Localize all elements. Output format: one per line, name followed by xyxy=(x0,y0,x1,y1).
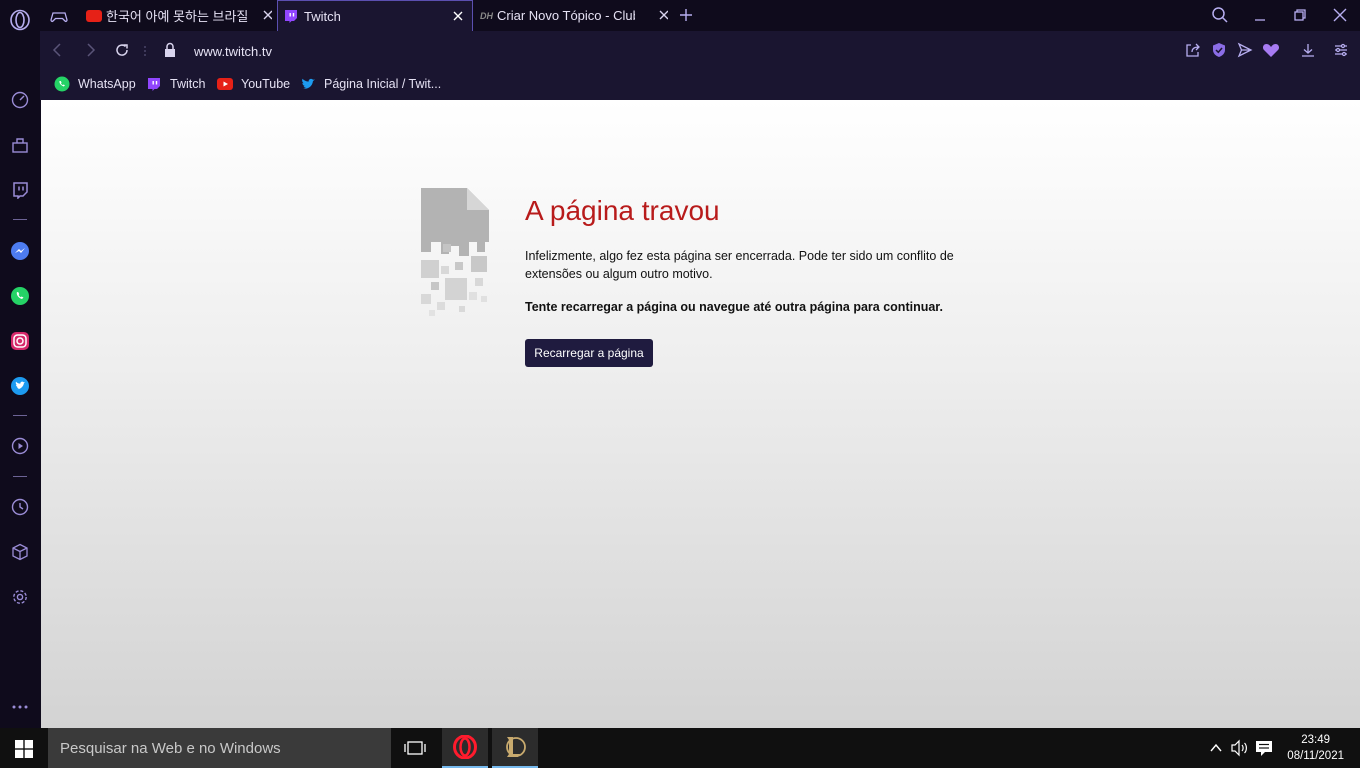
bookmark-youtube[interactable]: YouTube xyxy=(217,74,290,94)
heart-icon[interactable] xyxy=(1262,42,1280,58)
bookmark-label: Página Inicial / Twit... xyxy=(324,77,442,91)
lock-icon[interactable] xyxy=(163,42,177,58)
close-tab-icon[interactable] xyxy=(450,8,466,24)
extensions-icon[interactable] xyxy=(8,540,32,564)
tab-twitch[interactable]: Twitch xyxy=(277,0,473,31)
action-center-icon[interactable] xyxy=(1255,739,1273,757)
clock-date: 08/11/2021 xyxy=(1287,750,1344,762)
tab-strip: 한국어 아예 못하는 브라질 Twitch DH Criar Novo Tópi… xyxy=(40,0,1360,31)
broken-page-icon xyxy=(419,186,491,320)
whatsapp-icon[interactable] xyxy=(8,284,32,308)
twitter-favicon-icon xyxy=(300,76,316,92)
bookmark-label: YouTube xyxy=(241,77,291,91)
back-icon[interactable] xyxy=(50,42,66,58)
twitch-favicon-icon xyxy=(146,76,162,92)
bookmark-whatsapp[interactable]: WhatsApp xyxy=(54,74,136,94)
minimize-icon[interactable] xyxy=(1252,7,1268,23)
instagram-icon[interactable] xyxy=(8,329,32,353)
bookmark-label: Twitch xyxy=(170,77,206,91)
reload-icon[interactable] xyxy=(114,42,130,58)
reload-page-button[interactable]: Recarregar a página xyxy=(525,339,653,367)
bookmark-twitter[interactable]: Página Inicial / Twit... xyxy=(300,74,441,94)
address-toolbar xyxy=(40,31,1360,69)
tab-title: Criar Novo Tópico - Clube xyxy=(497,8,635,23)
crash-description: Infelizmente, algo fez esta página ser e… xyxy=(525,249,954,281)
speed-dial-icon[interactable] xyxy=(8,88,32,112)
settings-gear-icon[interactable] xyxy=(8,585,32,609)
new-tab-plus-icon[interactable] xyxy=(678,7,694,23)
tab-search-icon[interactable] xyxy=(1211,6,1229,24)
crash-hint: Tente recarregar a página ou navegue até… xyxy=(525,300,943,314)
messenger-icon[interactable] xyxy=(8,239,32,263)
show-hidden-icons-chevron-icon[interactable] xyxy=(1208,740,1224,756)
more-options-icon[interactable] xyxy=(8,695,32,719)
forward-icon[interactable] xyxy=(82,42,98,58)
sidebar-divider xyxy=(13,219,27,220)
youtube-favicon-icon xyxy=(86,9,102,22)
opera-taskbar-icon[interactable] xyxy=(442,728,488,768)
windows-start-icon[interactable] xyxy=(15,740,33,758)
player-icon[interactable] xyxy=(8,434,32,458)
whatsapp-favicon-icon xyxy=(54,76,70,92)
sidebar-divider xyxy=(13,476,27,477)
bookmarks-bar: WhatsApp Twitch YouTube Página Inicial /… xyxy=(40,69,1360,100)
tab-clube[interactable]: DH Criar Novo Tópico - Clube xyxy=(478,0,668,31)
twitter-icon[interactable] xyxy=(8,374,32,398)
clock-time: 23:49 xyxy=(1301,734,1331,746)
opera-logo-icon[interactable] xyxy=(8,8,32,32)
workspace-icon[interactable] xyxy=(8,133,32,157)
send-icon[interactable] xyxy=(1237,42,1253,58)
league-of-legends-taskbar-icon[interactable] xyxy=(492,728,538,768)
browser-sidebar xyxy=(0,0,40,728)
tab-title: 한국어 아예 못하는 브라질 xyxy=(106,9,248,24)
address-input[interactable] xyxy=(192,40,1096,62)
easy-setup-icon[interactable] xyxy=(1333,42,1349,58)
restore-icon[interactable] xyxy=(1292,7,1308,23)
clube-favicon-icon: DH xyxy=(480,10,493,21)
download-icon[interactable] xyxy=(1300,42,1316,58)
gamepad-icon[interactable] xyxy=(50,7,68,25)
sidebar-divider xyxy=(13,415,27,416)
share-icon[interactable] xyxy=(1185,42,1201,58)
taskbar-clock[interactable]: 23:49 08/11/2021 xyxy=(1287,732,1344,764)
twitch-favicon-icon xyxy=(284,9,298,24)
volume-icon[interactable] xyxy=(1230,739,1250,757)
task-view-icon[interactable] xyxy=(392,728,438,768)
close-tab-icon[interactable] xyxy=(656,7,668,23)
bookmark-twitch[interactable]: Twitch xyxy=(146,74,205,94)
tab-youtube[interactable]: 한국어 아예 못하는 브라질 xyxy=(82,0,272,31)
twitch-sidebar-icon[interactable] xyxy=(8,178,32,202)
bookmark-label: WhatsApp xyxy=(78,77,136,91)
youtube-favicon-icon xyxy=(217,76,233,92)
windows-taskbar: Pesquisar na Web e no Windows 23:49 08/1… xyxy=(0,728,1360,768)
close-tab-icon[interactable] xyxy=(260,7,272,23)
page-content: A página travou Infelizmente, algo fez e… xyxy=(41,100,1360,728)
separator-dots xyxy=(144,44,146,56)
close-window-icon[interactable] xyxy=(1332,7,1348,23)
tab-title: Twitch xyxy=(304,8,341,24)
history-icon[interactable] xyxy=(8,495,32,519)
vpn-shield-icon[interactable] xyxy=(1211,42,1227,58)
crash-title: A página travou xyxy=(525,195,720,226)
taskbar-search-input[interactable]: Pesquisar na Web e no Windows xyxy=(48,728,391,768)
